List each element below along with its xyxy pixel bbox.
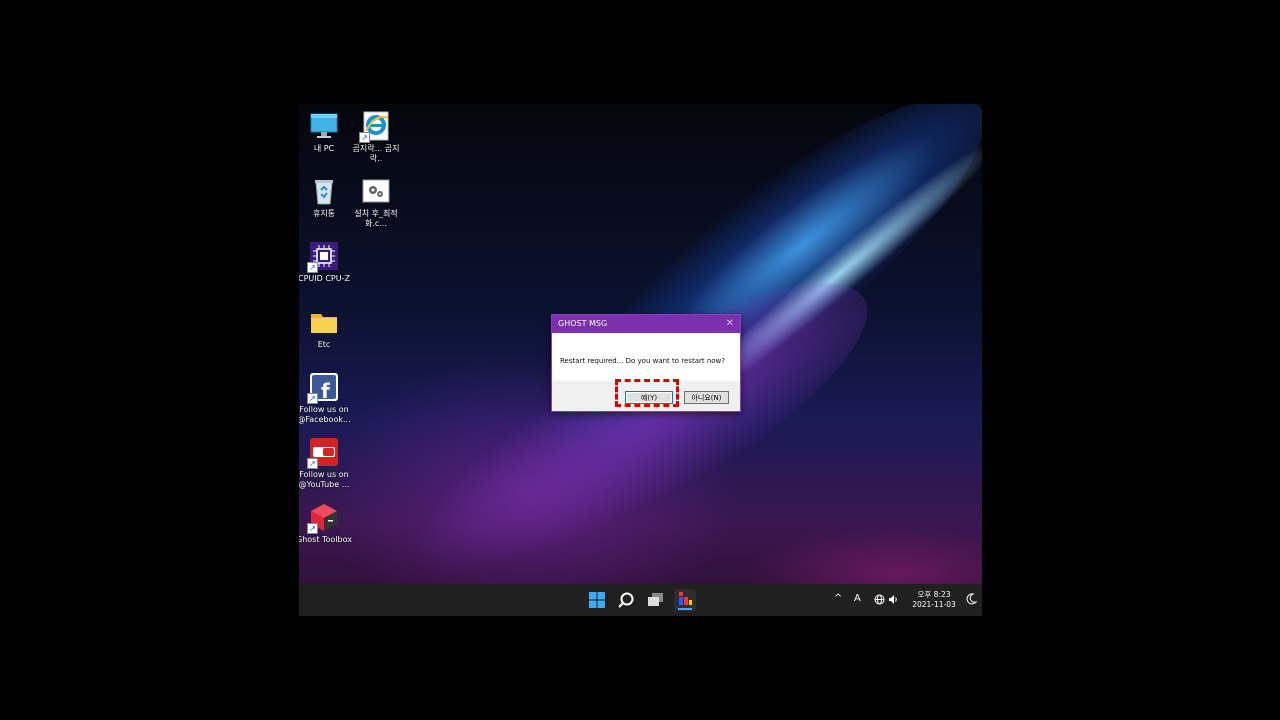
desktop-icon-label: Ghost Toolbox xyxy=(299,535,353,544)
desktop-icon-label: 휴지통 xyxy=(312,209,336,218)
youtube-icon: ↗ xyxy=(307,437,339,469)
internet-explorer-icon: ↗ xyxy=(359,111,391,143)
shortcut-arrow-icon: ↗ xyxy=(307,393,318,404)
folder-icon xyxy=(309,307,339,337)
system-tray: ^ A 오후 8:23 2021-11-03 xyxy=(822,584,982,616)
monitor-icon xyxy=(309,111,339,141)
clock-date[interactable]: 2021-11-03 xyxy=(906,600,962,609)
settings-script-icon xyxy=(361,176,391,206)
facebook-icon: f ↗ xyxy=(307,372,339,404)
ime-indicator[interactable]: A xyxy=(854,593,861,604)
search-icon[interactable] xyxy=(615,589,637,611)
globe-icon[interactable] xyxy=(874,594,885,607)
desktop-icon-label: CPUID CPU-Z xyxy=(299,274,350,283)
desktop-icon-etc-folder[interactable]: Etc xyxy=(299,307,352,350)
windows-start-icon[interactable] xyxy=(586,589,608,611)
desktop-icon-label: 내 PC xyxy=(313,144,335,153)
desktop-icon-ie-shortcut[interactable]: ↗ 곰지락... 곰지락.. xyxy=(348,111,404,164)
desktop-screen: 내 PC ↗ 곰지락... 곰지락.. 휴지통 설치 후_최적화.c... ↗ … xyxy=(299,104,982,616)
desktop-icon-youtube[interactable]: ↗ Follow us on @YouTube ... xyxy=(299,437,352,490)
speaker-icon[interactable] xyxy=(888,594,899,607)
desktop-icon-label: Follow us on @YouTube ... xyxy=(299,470,350,489)
desktop-icon-label: 곰지락... 곰지락.. xyxy=(352,144,400,163)
svg-text:f: f xyxy=(321,379,330,402)
yes-button-highlight xyxy=(615,379,679,407)
no-button[interactable]: 아니요(N) xyxy=(684,391,729,404)
clock-time[interactable]: 오후 8:23 xyxy=(906,589,962,600)
wallpaper-streak xyxy=(492,104,982,511)
shortcut-arrow-icon: ↗ xyxy=(359,132,370,143)
ghost-toolbox-icon: ↗ xyxy=(307,502,339,534)
dialog-message: Restart required... Do you want to resta… xyxy=(560,357,725,365)
desktop-icon-optimize-script[interactable]: 설치 후_최적화.c... xyxy=(348,176,404,229)
recycle-bin-icon xyxy=(309,176,339,206)
desktop-icon-facebook[interactable]: f ↗ Follow us on @Facebook... xyxy=(299,372,352,425)
shortcut-arrow-icon: ↗ xyxy=(307,458,318,469)
ghost-toolbox-taskbar-icon[interactable] xyxy=(674,589,696,611)
desktop-icon-label: 설치 후_최적화.c... xyxy=(354,209,398,228)
shortcut-arrow-icon: ↗ xyxy=(307,262,318,273)
desktop-icon-label: Etc xyxy=(317,340,331,349)
task-view-icon[interactable] xyxy=(645,589,667,611)
desktop-icon-label: Follow us on @Facebook... xyxy=(299,405,351,424)
taskbar: ^ A 오후 8:23 2021-11-03 xyxy=(299,584,982,616)
desktop-icon-my-pc[interactable]: 내 PC xyxy=(299,111,352,154)
notification-moon-icon[interactable] xyxy=(966,593,978,607)
chevron-up-icon[interactable]: ^ xyxy=(834,593,842,604)
close-icon[interactable]: ✕ xyxy=(726,315,734,333)
shortcut-arrow-icon: ↗ xyxy=(307,523,318,534)
desktop-icon-cpuz[interactable]: ↗ CPUID CPU-Z xyxy=(299,241,352,284)
dialog-title: GHOST MSG xyxy=(558,319,608,328)
dialog-title-bar[interactable]: GHOST MSG ✕ xyxy=(552,315,740,333)
wallpaper-streak-violet xyxy=(376,234,902,616)
desktop-icon-ghost-toolbox[interactable]: ↗ Ghost Toolbox xyxy=(299,502,352,545)
desktop-icon-recycle-bin[interactable]: 휴지통 xyxy=(299,176,352,219)
cpu-icon: ↗ xyxy=(307,241,339,273)
